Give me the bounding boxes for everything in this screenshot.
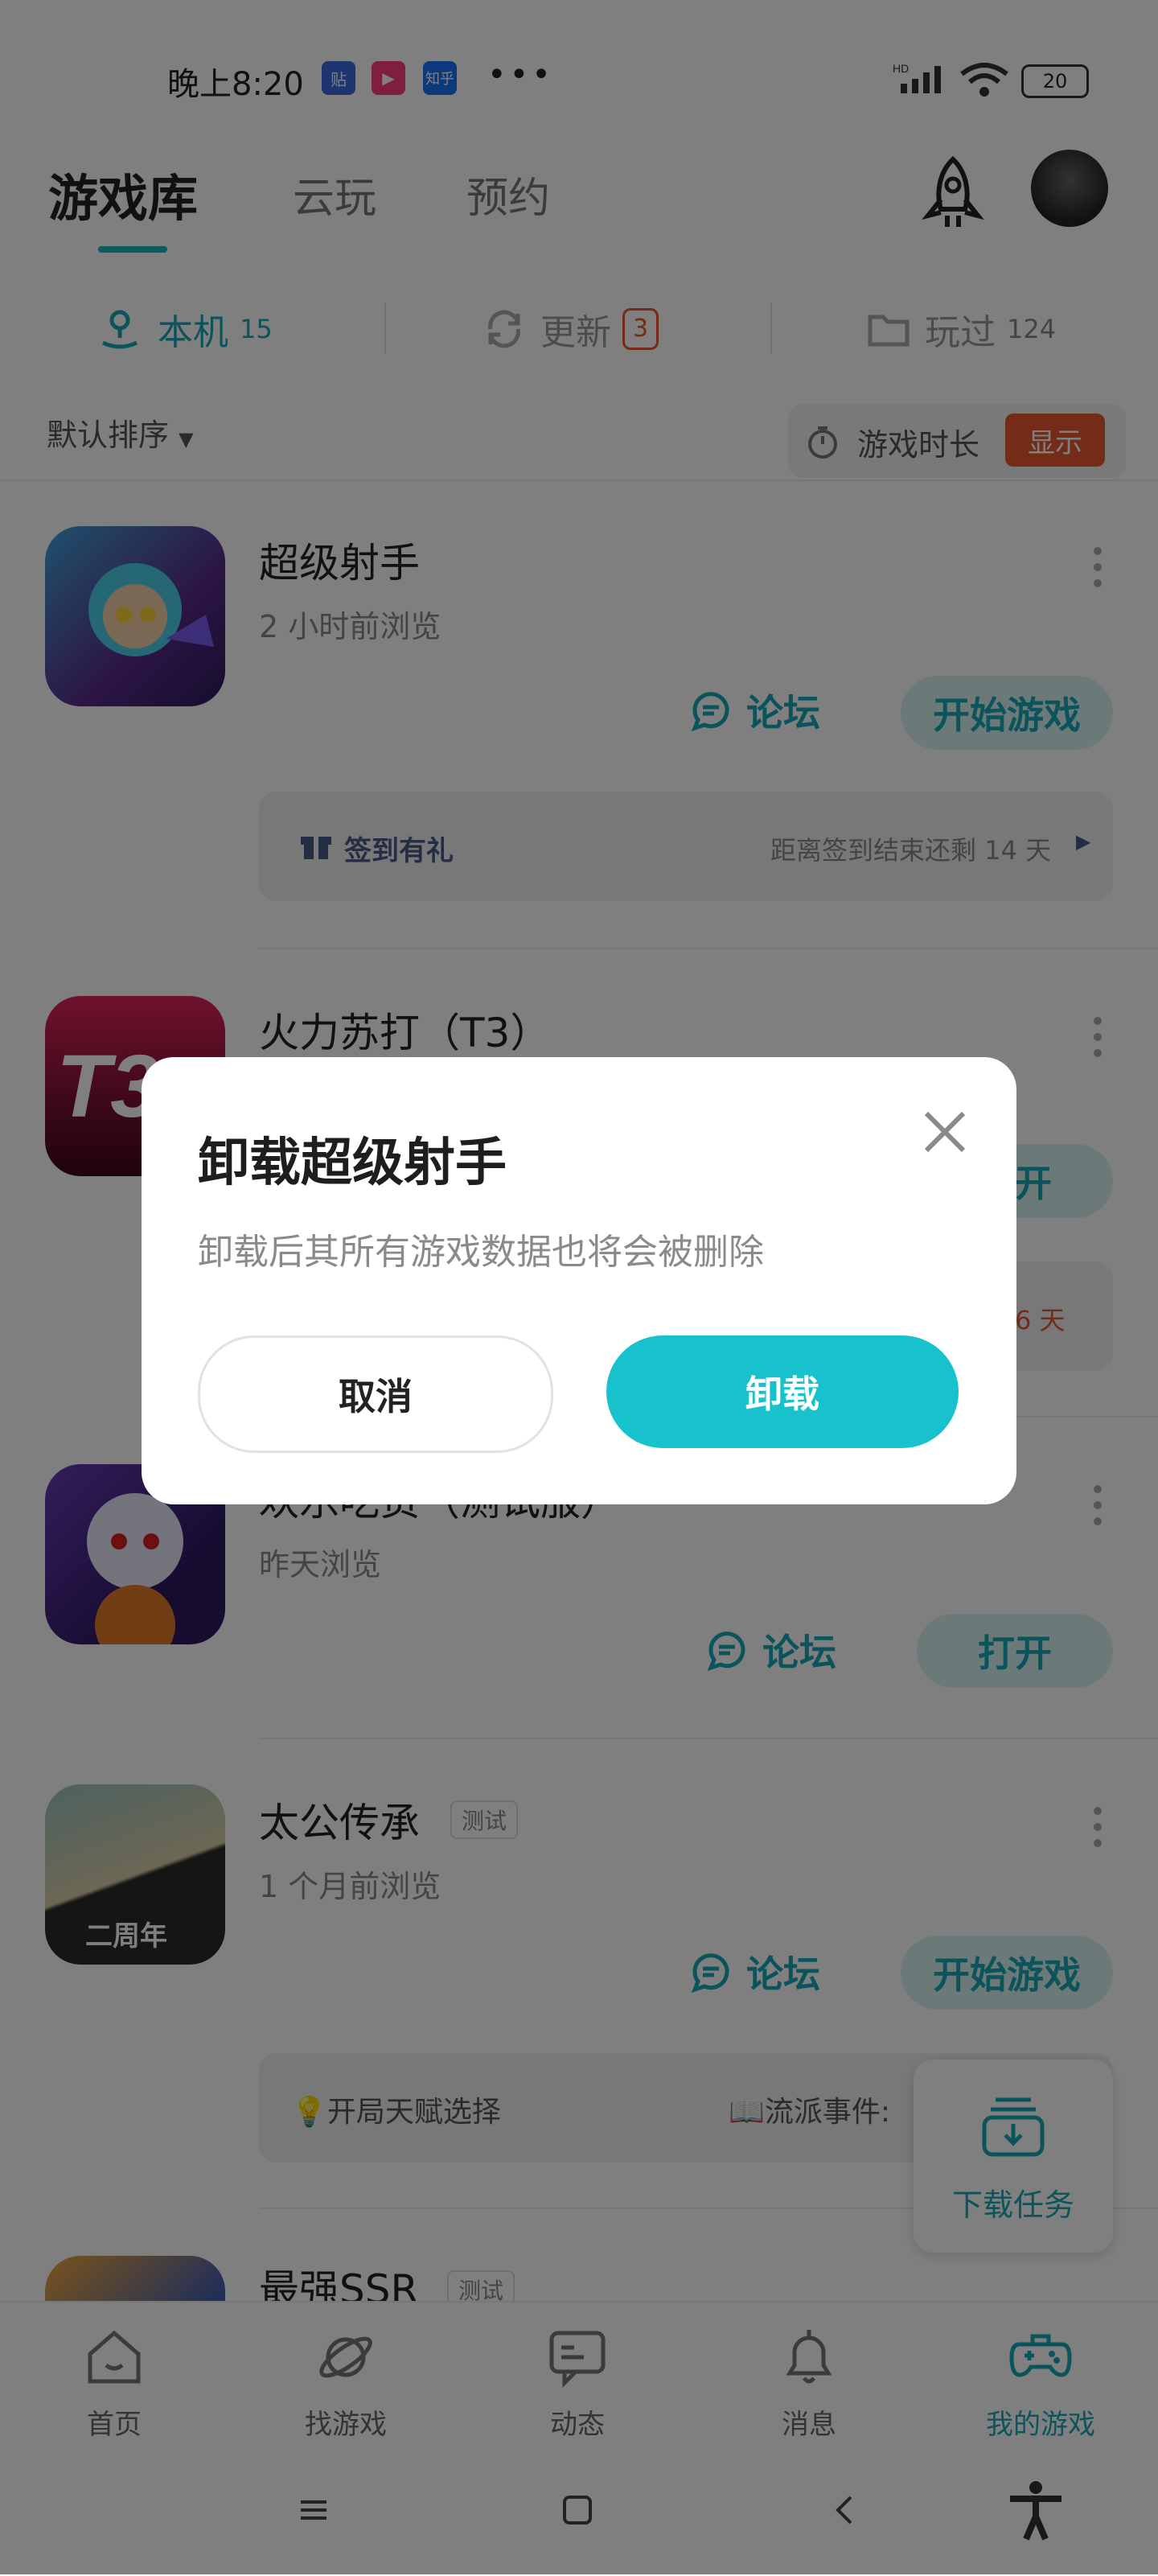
dialog-message: 卸载后其所有游戏数据也将会被删除 [198, 1232, 764, 1273]
uninstall-button[interactable]: 卸载 [606, 1335, 959, 1448]
uninstall-dialog: 卸载超级射手 卸载后其所有游戏数据也将会被删除 取消 卸载 [142, 1057, 1016, 1504]
cancel-button[interactable]: 取消 [198, 1335, 553, 1453]
dialog-title: 卸载超级射手 [198, 1134, 507, 1193]
close-icon[interactable] [917, 1104, 973, 1160]
